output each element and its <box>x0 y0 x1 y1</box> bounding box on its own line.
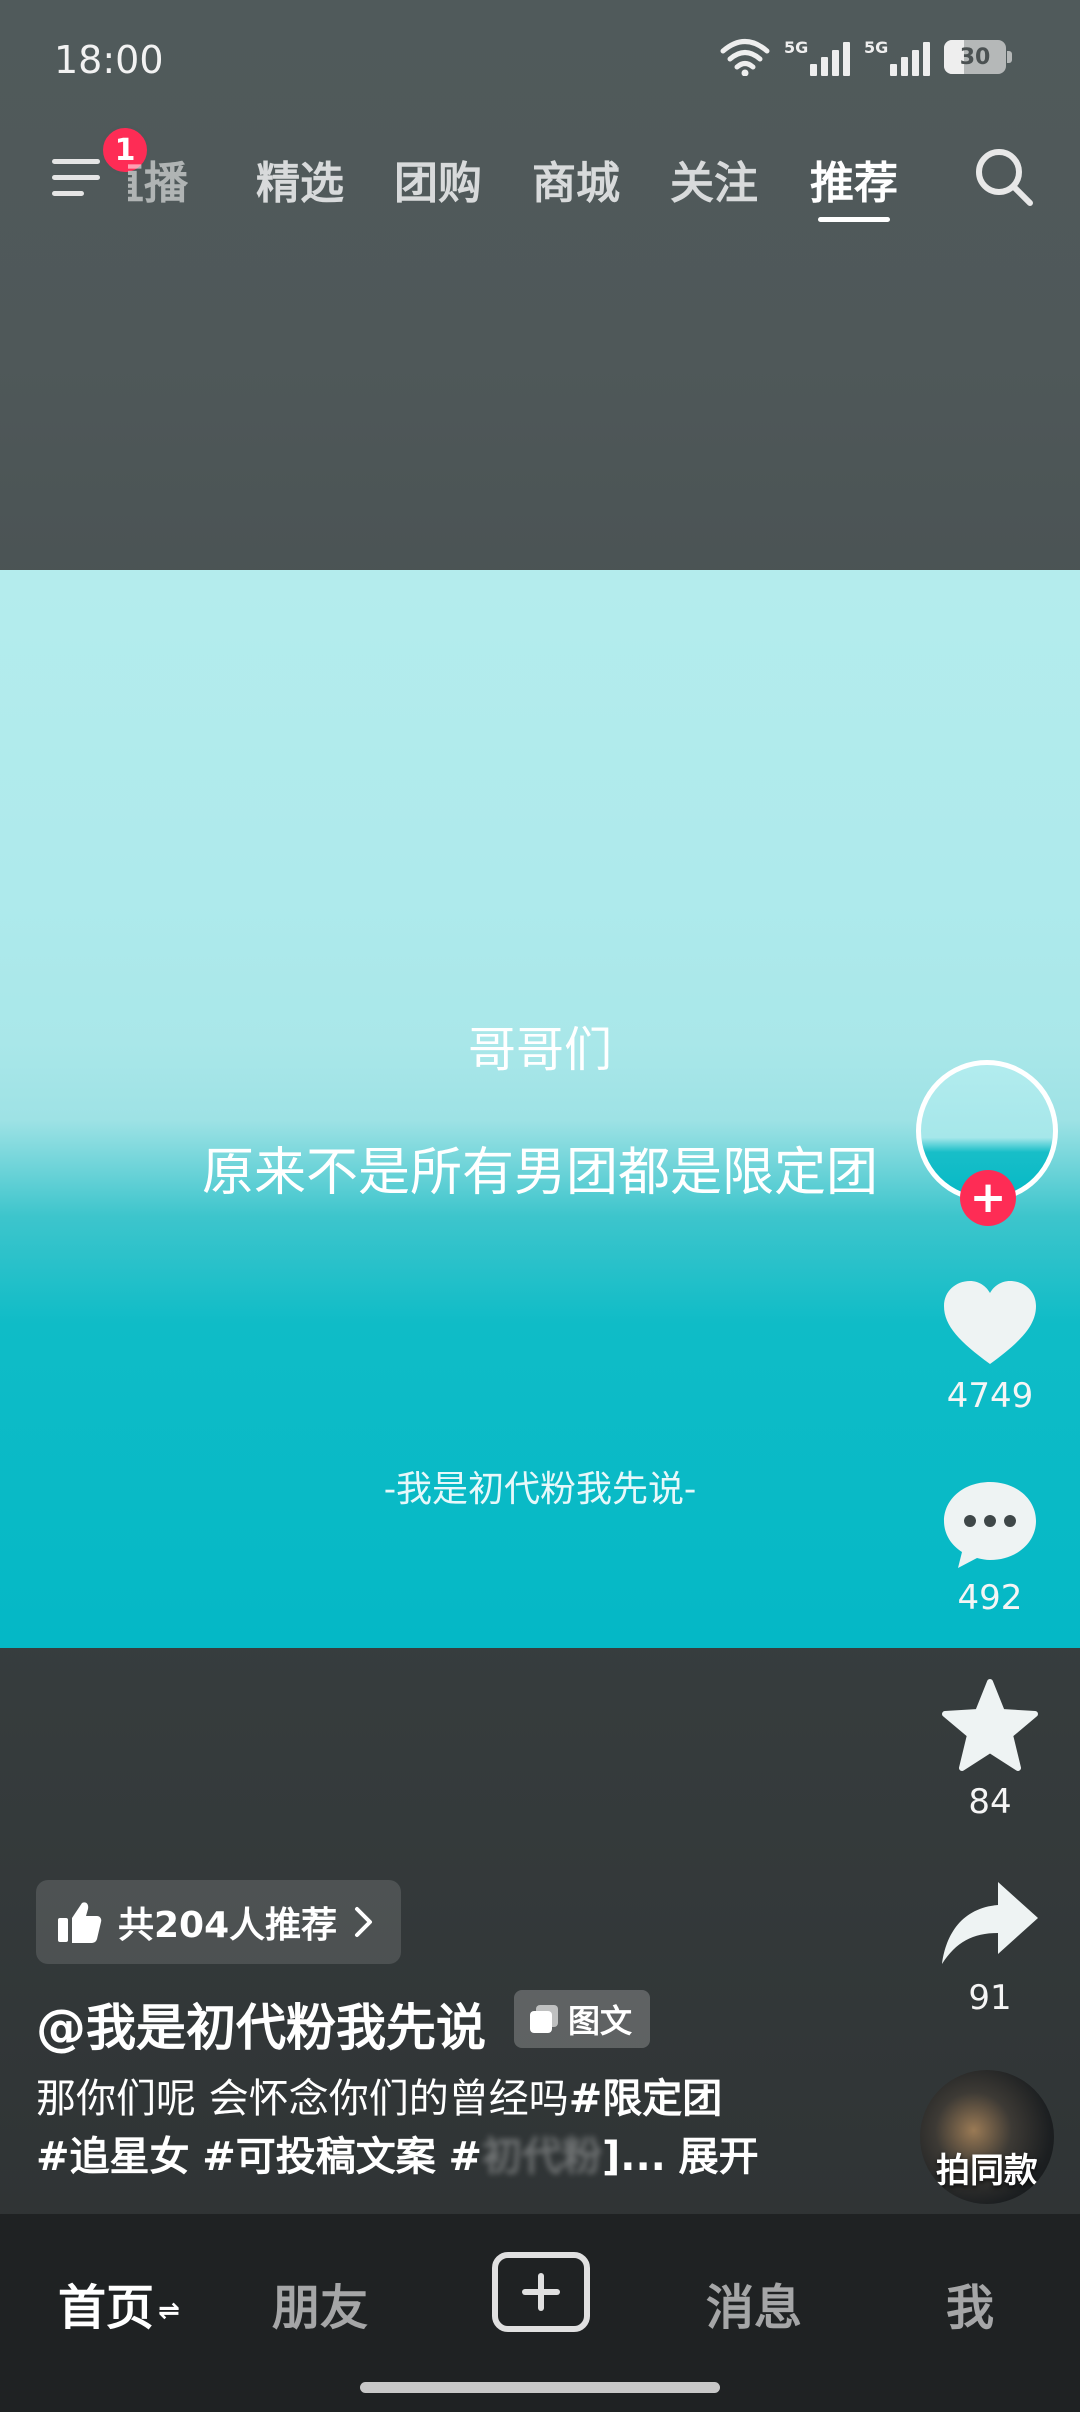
refresh-icon: ⇌ <box>158 2296 180 2326</box>
star-icon <box>942 1679 1038 1771</box>
tab-friends[interactable]: 朋友 <box>272 2268 368 2338</box>
comment-button[interactable]: 492 <box>920 1478 1060 1618</box>
caption-text: 那你们呢 会怀念你们的曾经吗 <box>36 2076 569 2122</box>
caption[interactable]: 那你们呢 会怀念你们的曾经吗#限定团 #追星女 #可投稿文案 #初代粉]... … <box>36 2070 856 2186</box>
remix-button[interactable]: 拍同款 <box>920 2070 1054 2204</box>
like-count: 4749 <box>946 1376 1034 1416</box>
share-button[interactable]: 91 <box>920 1878 1060 2018</box>
post-text-line1: 哥哥们 <box>467 1022 612 1078</box>
tab-live[interactable]: 直播 <box>128 147 188 211</box>
menu-icon[interactable] <box>52 151 108 201</box>
create-button[interactable] <box>492 2252 590 2332</box>
home-indicator[interactable] <box>360 2382 720 2393</box>
tab-following[interactable]: 关注 <box>670 147 758 211</box>
wifi-icon <box>720 39 770 76</box>
tab-featured[interactable]: 精选 <box>256 147 344 211</box>
share-count: 91 <box>968 1978 1012 2018</box>
remix-label: 拍同款 <box>936 2151 1038 2191</box>
bottom-tab-bar: 首页 ⇌ 朋友 消息 我 <box>0 2214 1080 2412</box>
signal-icon: 5G <box>864 38 930 76</box>
recommend-pill[interactable]: 共204人推荐 <box>36 1880 402 1964</box>
screen: 18:00 5G 5G 30 1 直播 <box>0 0 1080 2412</box>
like-button[interactable]: 4749 <box>920 1278 1060 1416</box>
comment-icon <box>944 1482 1036 1568</box>
comment-count: 492 <box>957 1578 1023 1618</box>
heart-icon <box>944 1281 1036 1364</box>
post-image[interactable]: 哥哥们 原来不是所有男团都是限定团 -我是初代粉我先说- <box>0 570 1080 1648</box>
hashtag-prefix: # <box>448 2134 482 2180</box>
tab-home-label: 首页 <box>58 2280 155 2336</box>
top-nav: 1 直播 精选 团购 商城 关注 推荐 <box>0 125 1080 235</box>
tab-mall[interactable]: 商城 <box>532 147 620 211</box>
image-text-icon <box>530 2005 558 2033</box>
status-time: 18:00 <box>54 38 164 82</box>
hashtag[interactable]: #追星女 <box>36 2134 190 2180</box>
recommend-text: 共204人推荐 <box>118 1905 338 1946</box>
active-tab-indicator <box>818 217 890 222</box>
tab-recommended[interactable]: 推荐 <box>810 147 898 211</box>
network-type-label: 5G <box>784 38 809 57</box>
network-type-label: 5G <box>864 38 889 57</box>
favorite-button[interactable]: 84 <box>920 1678 1060 1822</box>
favorite-count: 84 <box>968 1782 1012 1822</box>
hashtag-tail: ]... <box>601 2134 666 2180</box>
tab-messages[interactable]: 消息 <box>706 2268 802 2338</box>
author-name[interactable]: @我是初代粉我先说 <box>36 1988 486 2060</box>
thumbs-up-icon <box>58 1902 102 1943</box>
share-icon <box>942 1882 1038 1964</box>
plus-icon <box>522 2273 560 2311</box>
post-signature: -我是初代粉我先说- <box>383 1469 697 1510</box>
battery-icon: 30 <box>944 40 1012 74</box>
status-bar: 18:00 5G 5G 30 <box>0 0 1080 120</box>
post-type-chip: 图文 <box>514 1990 651 2048</box>
hashtag[interactable]: #可投稿文案 <box>202 2134 436 2180</box>
tab-home[interactable]: 首页 ⇌ <box>58 2268 180 2338</box>
blurred-hashtag: 初代粉 <box>481 2134 602 2180</box>
post-type-label: 图文 <box>568 2002 633 2040</box>
chevron-right-icon <box>355 1907 373 1937</box>
status-icons: 5G 5G 30 <box>720 38 1012 76</box>
battery-level: 30 <box>959 44 991 70</box>
tab-me[interactable]: 我 <box>946 2268 994 2338</box>
tab-group-buy[interactable]: 团购 <box>394 147 482 211</box>
follow-button[interactable]: + <box>960 1170 1016 1226</box>
signal-icon: 5G <box>784 38 850 76</box>
hashtag[interactable]: #限定团 <box>569 2076 723 2122</box>
expand-link[interactable]: 展开 <box>679 2134 759 2180</box>
search-icon[interactable] <box>972 145 1036 209</box>
